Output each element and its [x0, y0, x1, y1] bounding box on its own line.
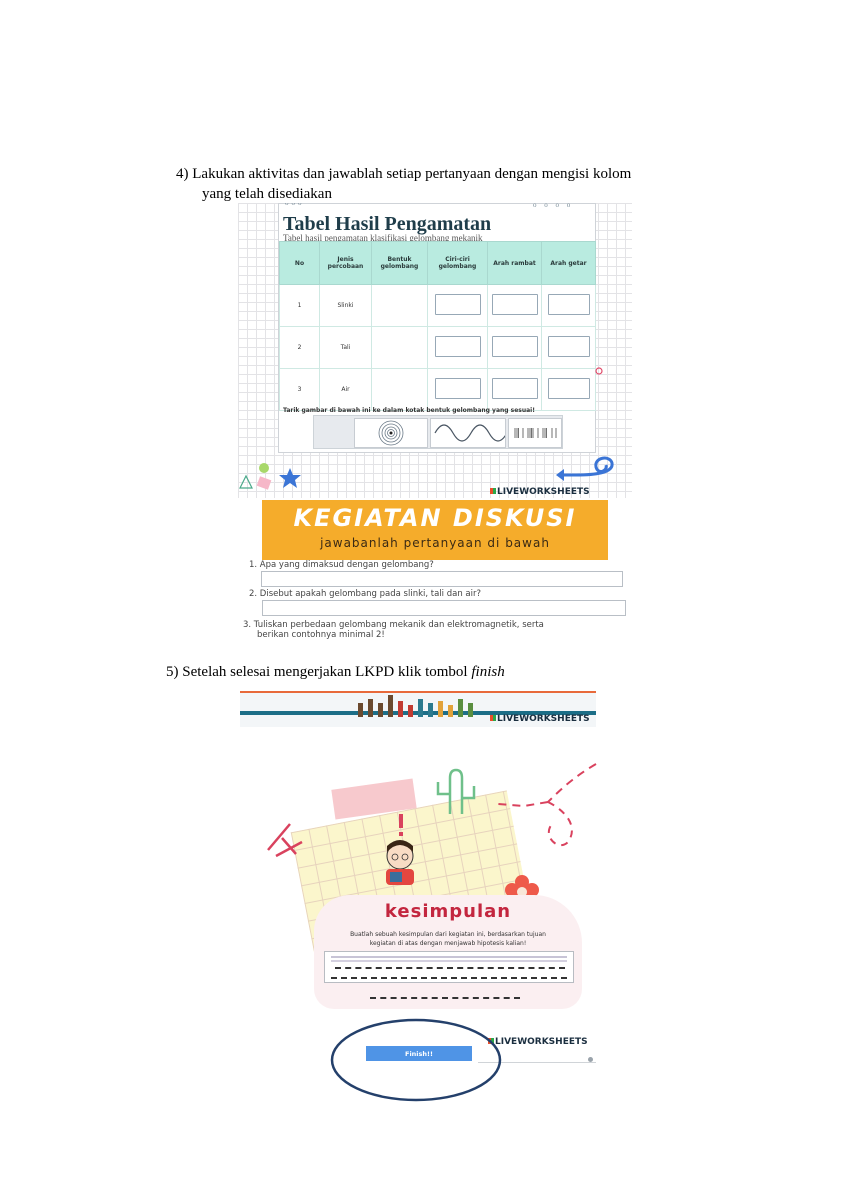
characteristics-input[interactable]: [434, 336, 481, 357]
discussion-banner: KEGIATAN DISKUSI jawabanlah pertanyaan d…: [262, 500, 608, 560]
column-header: Jenis percobaan: [319, 241, 372, 285]
column-header: Arah getar: [541, 241, 596, 285]
column-header: No: [279, 241, 320, 285]
answer-text-line: [331, 956, 567, 958]
liveworksheets-logo-header: LIVEWORKSHEETS: [490, 714, 590, 724]
observation-worksheet: ooo o o o o Tabel Hasil Pengamatan Tabel…: [238, 203, 632, 498]
finish-page-header: LIVEWORKSHEETS: [240, 691, 596, 727]
observation-table: No Jenis percobaan Bentuk gelombang Ciri…: [279, 241, 596, 411]
question-3-continuation: berikan contohnya minimal 2!: [257, 630, 385, 640]
step5-emphasis: finish: [471, 664, 505, 680]
window-dots-left: ooo: [285, 203, 305, 207]
row-number: 1: [279, 284, 320, 327]
table-row: 2 Tali: [279, 326, 596, 369]
experiment-type: Tali: [319, 326, 372, 369]
conclusion-instruction-line2: kegiatan di atas dengan menjawab hipotes…: [369, 940, 527, 947]
step5-text: 5) Setelah selesai mengerjakan LKPD klik…: [166, 664, 472, 680]
experiment-type: Slinki: [319, 284, 372, 327]
dashed-line: [335, 967, 565, 969]
drag-instruction: Tarik gambar di bawah ini ke dalam kotak…: [283, 407, 535, 414]
question-2: 2. Disebut apakah gelombang pada slinki,…: [249, 589, 482, 599]
small-circle-decoration-icon: [595, 367, 603, 375]
table-row: 1 Slinki: [279, 284, 596, 327]
transverse-wave-icon: [434, 424, 508, 442]
characteristics-input[interactable]: [434, 378, 481, 399]
transverse-wave-draggable[interactable]: [430, 418, 508, 448]
row-number: 2: [279, 326, 320, 369]
propagation-direction-input[interactable]: [491, 336, 538, 357]
highlight-ellipse-icon: [330, 1018, 502, 1102]
characteristics-input[interactable]: [434, 294, 481, 315]
question-1: 1. Apa yang dimaksud dengan gelombang?: [249, 560, 434, 570]
wave-shape-drop-zone[interactable]: [371, 368, 428, 411]
propagation-direction-input[interactable]: [491, 378, 538, 399]
discussion-subtitle: jawabanlah pertanyaan di bawah: [320, 536, 550, 550]
vibration-direction-input[interactable]: [547, 336, 590, 357]
conclusion-instruction: Buatlah sebuah kesimpulan dari kegiatan …: [326, 930, 570, 948]
liveworksheets-icon: [490, 488, 496, 494]
answer-field-1[interactable]: [261, 571, 623, 587]
conclusion-title: kesimpulan: [384, 901, 512, 922]
answer-field-2[interactable]: [262, 600, 626, 616]
step5-instruction: 5) Setelah selesai mengerjakan LKPD klik…: [166, 663, 505, 681]
vibration-direction-input[interactable]: [547, 378, 590, 399]
circular-wave-draggable[interactable]: [354, 418, 428, 448]
longitudinal-wave-icon: [514, 428, 557, 438]
experiment-type: Air: [319, 368, 372, 411]
question-3: 3. Tuliskan perbedaan gelombang mekanik …: [243, 620, 544, 630]
conclusion-answer-field[interactable]: [324, 951, 574, 983]
wave-shape-drop-zone[interactable]: [371, 284, 428, 327]
table-row: 3 Air: [279, 368, 596, 411]
liveworksheets-icon: [490, 715, 496, 721]
shapes-decoration-icon: [239, 463, 301, 490]
wave-shape-drop-zone[interactable]: [371, 326, 428, 369]
wave-image-tray: [313, 415, 563, 449]
dashed-line: [331, 977, 567, 979]
propagation-direction-input[interactable]: [491, 294, 538, 315]
observation-card: ooo o o o o Tabel Hasil Pengamatan Tabel…: [278, 203, 596, 453]
column-header: Bentuk gelombang: [371, 241, 428, 285]
discussion-title: KEGIATAN DISKUSI: [293, 504, 577, 532]
step4-instruction-line2: yang telah disediakan: [202, 186, 332, 202]
vibration-direction-input[interactable]: [547, 294, 590, 315]
circular-wave-icon: [378, 420, 404, 446]
table-header-row: No Jenis percobaan Bentuk gelombang Ciri…: [279, 241, 596, 285]
answer-text-line: [331, 960, 567, 962]
decorative-doodles-icon: [267, 763, 597, 908]
liveworksheets-logo: LIVEWORKSHEETS: [490, 487, 590, 497]
column-header: Ciri-ciri gelombang: [427, 241, 488, 285]
conclusion-card: kesimpulan Buatlah sebuah kesimpulan dar…: [314, 895, 582, 1009]
spiral-arrow-icon: [556, 456, 614, 481]
dashed-line: [370, 997, 520, 999]
conclusion-instruction-line1: Buatlah sebuah kesimpulan dari kegiatan …: [350, 931, 546, 938]
longitudinal-wave-draggable[interactable]: [508, 418, 562, 448]
row-number: 3: [279, 368, 320, 411]
column-header: Arah rambat: [487, 241, 542, 285]
window-dots-right: o o o o: [533, 203, 574, 209]
raised-hands-illustration-icon: [358, 695, 473, 717]
step4-instruction-line1: 4) Lakukan aktivitas dan jawablah setiap…: [176, 166, 632, 182]
